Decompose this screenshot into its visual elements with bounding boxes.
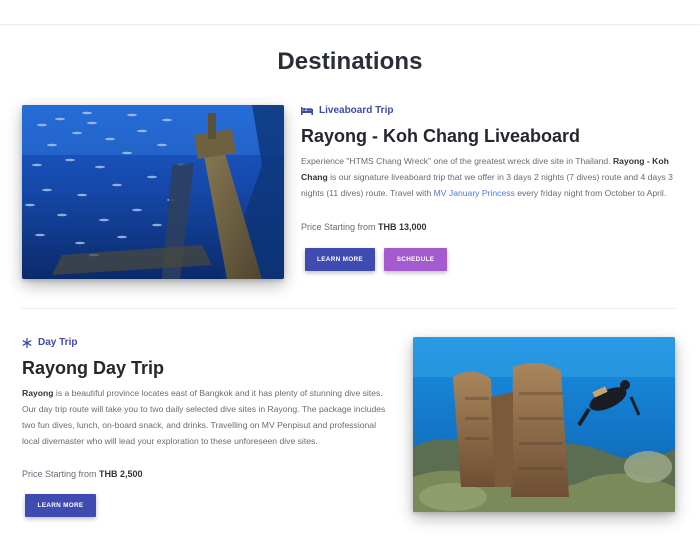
price-line: Price Starting from THB 13,000 bbox=[301, 222, 427, 232]
card-description: Rayong is a beautiful province locates e… bbox=[22, 388, 386, 446]
learn-more-button[interactable]: LEARN MORE bbox=[25, 494, 96, 517]
card-description: Experience "HTMS Chang Wreck" one of the… bbox=[301, 156, 673, 198]
tag-label: Day Trip bbox=[38, 337, 78, 348]
page-title: Destinations bbox=[277, 48, 423, 75]
day-trip-tag: Day Trip bbox=[22, 337, 77, 348]
snowflake-icon bbox=[22, 337, 32, 348]
price-value: THB 13,000 bbox=[378, 222, 427, 232]
tag-label: Liveaboard Trip bbox=[319, 105, 394, 116]
price-value: THB 2,500 bbox=[99, 469, 143, 479]
bed-icon bbox=[301, 106, 313, 115]
schedule-button[interactable]: SCHEDULE bbox=[384, 248, 447, 271]
liveaboard-trip-tag: Liveaboard Trip bbox=[301, 105, 393, 116]
learn-more-button[interactable]: LEARN MORE bbox=[305, 248, 375, 271]
boat-link[interactable]: MV January Princess bbox=[434, 188, 515, 198]
top-navbar bbox=[0, 0, 700, 25]
price-line: Price Starting from THB 2,500 bbox=[22, 469, 143, 479]
section-divider bbox=[22, 308, 676, 309]
card-title: Rayong Day Trip bbox=[22, 358, 165, 378]
shipwreck-photo bbox=[22, 105, 284, 279]
liveaboard-trip-image[interactable] bbox=[22, 105, 284, 279]
day-trip-image[interactable] bbox=[413, 337, 675, 512]
card-title: Rayong - Koh Chang Liveaboard bbox=[301, 126, 581, 146]
diver-coral-photo bbox=[413, 337, 675, 512]
